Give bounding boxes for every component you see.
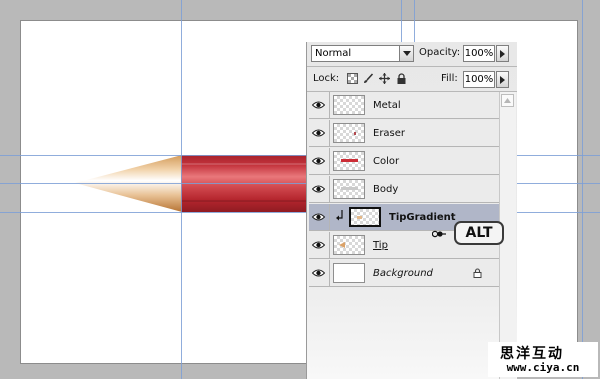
- clipping-arrow-icon: [336, 210, 343, 221]
- blend-mode-select[interactable]: Normal: [311, 45, 414, 62]
- layer-row-metal[interactable]: Metal: [309, 92, 499, 119]
- fill-slider-arrow-icon[interactable]: [496, 71, 509, 88]
- layers-panel: Normal Opacity: 100% Lock: Fill: 100% Me…: [306, 42, 517, 379]
- guide-vertical: [582, 0, 583, 379]
- layer-thumbnail: [333, 95, 365, 115]
- layer-name: Metal: [373, 100, 401, 111]
- move-icon[interactable]: [379, 73, 390, 84]
- layer-thumbnail: [333, 123, 365, 143]
- layer-thumbnail: [349, 207, 381, 227]
- brush-icon[interactable]: [363, 73, 374, 84]
- layer-name: TipGradient: [389, 212, 456, 223]
- layer-row-body[interactable]: Body: [309, 176, 499, 203]
- clipping-cursor-icon: [432, 230, 446, 238]
- fill-label: Fill:: [441, 73, 458, 84]
- layer-row-color[interactable]: Color: [309, 148, 499, 175]
- opacity-input[interactable]: 100%: [463, 45, 495, 62]
- eye-icon[interactable]: [309, 120, 330, 146]
- layer-name: Background: [373, 268, 433, 279]
- blend-mode-value: Normal: [315, 48, 352, 59]
- layer-thumbnail: [333, 151, 365, 171]
- layer-name: Body: [373, 184, 399, 195]
- eye-icon[interactable]: [309, 232, 330, 258]
- divider: [307, 66, 517, 67]
- eye-icon[interactable]: [309, 176, 330, 202]
- layer-name: Tip: [373, 240, 388, 251]
- guide-vertical: [181, 0, 182, 379]
- chevron-down-icon[interactable]: [399, 45, 414, 62]
- layer-thumbnail: [333, 179, 365, 199]
- opacity-slider-arrow-icon[interactable]: [496, 45, 509, 62]
- watermark-title: 思洋互动: [500, 346, 564, 362]
- eye-icon[interactable]: [309, 260, 330, 286]
- opacity-label: Opacity:: [419, 47, 461, 58]
- lock-label: Lock:: [313, 73, 340, 84]
- alt-key-badge: ALT: [454, 221, 504, 245]
- lock-icon[interactable]: [396, 73, 407, 84]
- scroll-up-icon[interactable]: [501, 94, 514, 107]
- layer-lock-icon: [473, 268, 482, 278]
- fill-input[interactable]: 100%: [463, 71, 495, 88]
- layer-row-eraser[interactable]: Eraser: [309, 120, 499, 147]
- layer-row-background[interactable]: Background: [309, 260, 499, 287]
- layer-thumbnail: [333, 263, 365, 283]
- layer-name: Eraser: [373, 128, 406, 139]
- layer-thumbnail: [333, 235, 365, 255]
- blend-opacity-row: Normal Opacity: 100%: [307, 42, 517, 67]
- layer-name: Color: [373, 156, 400, 167]
- eye-icon[interactable]: [309, 92, 330, 118]
- watermark: 思洋互动 www.ciya.cn: [488, 342, 598, 377]
- lock-transparent-pixels-icon[interactable]: [347, 73, 358, 84]
- eye-icon[interactable]: [309, 148, 330, 174]
- watermark-url: www.ciya.cn: [506, 361, 580, 374]
- eye-icon[interactable]: [309, 204, 330, 230]
